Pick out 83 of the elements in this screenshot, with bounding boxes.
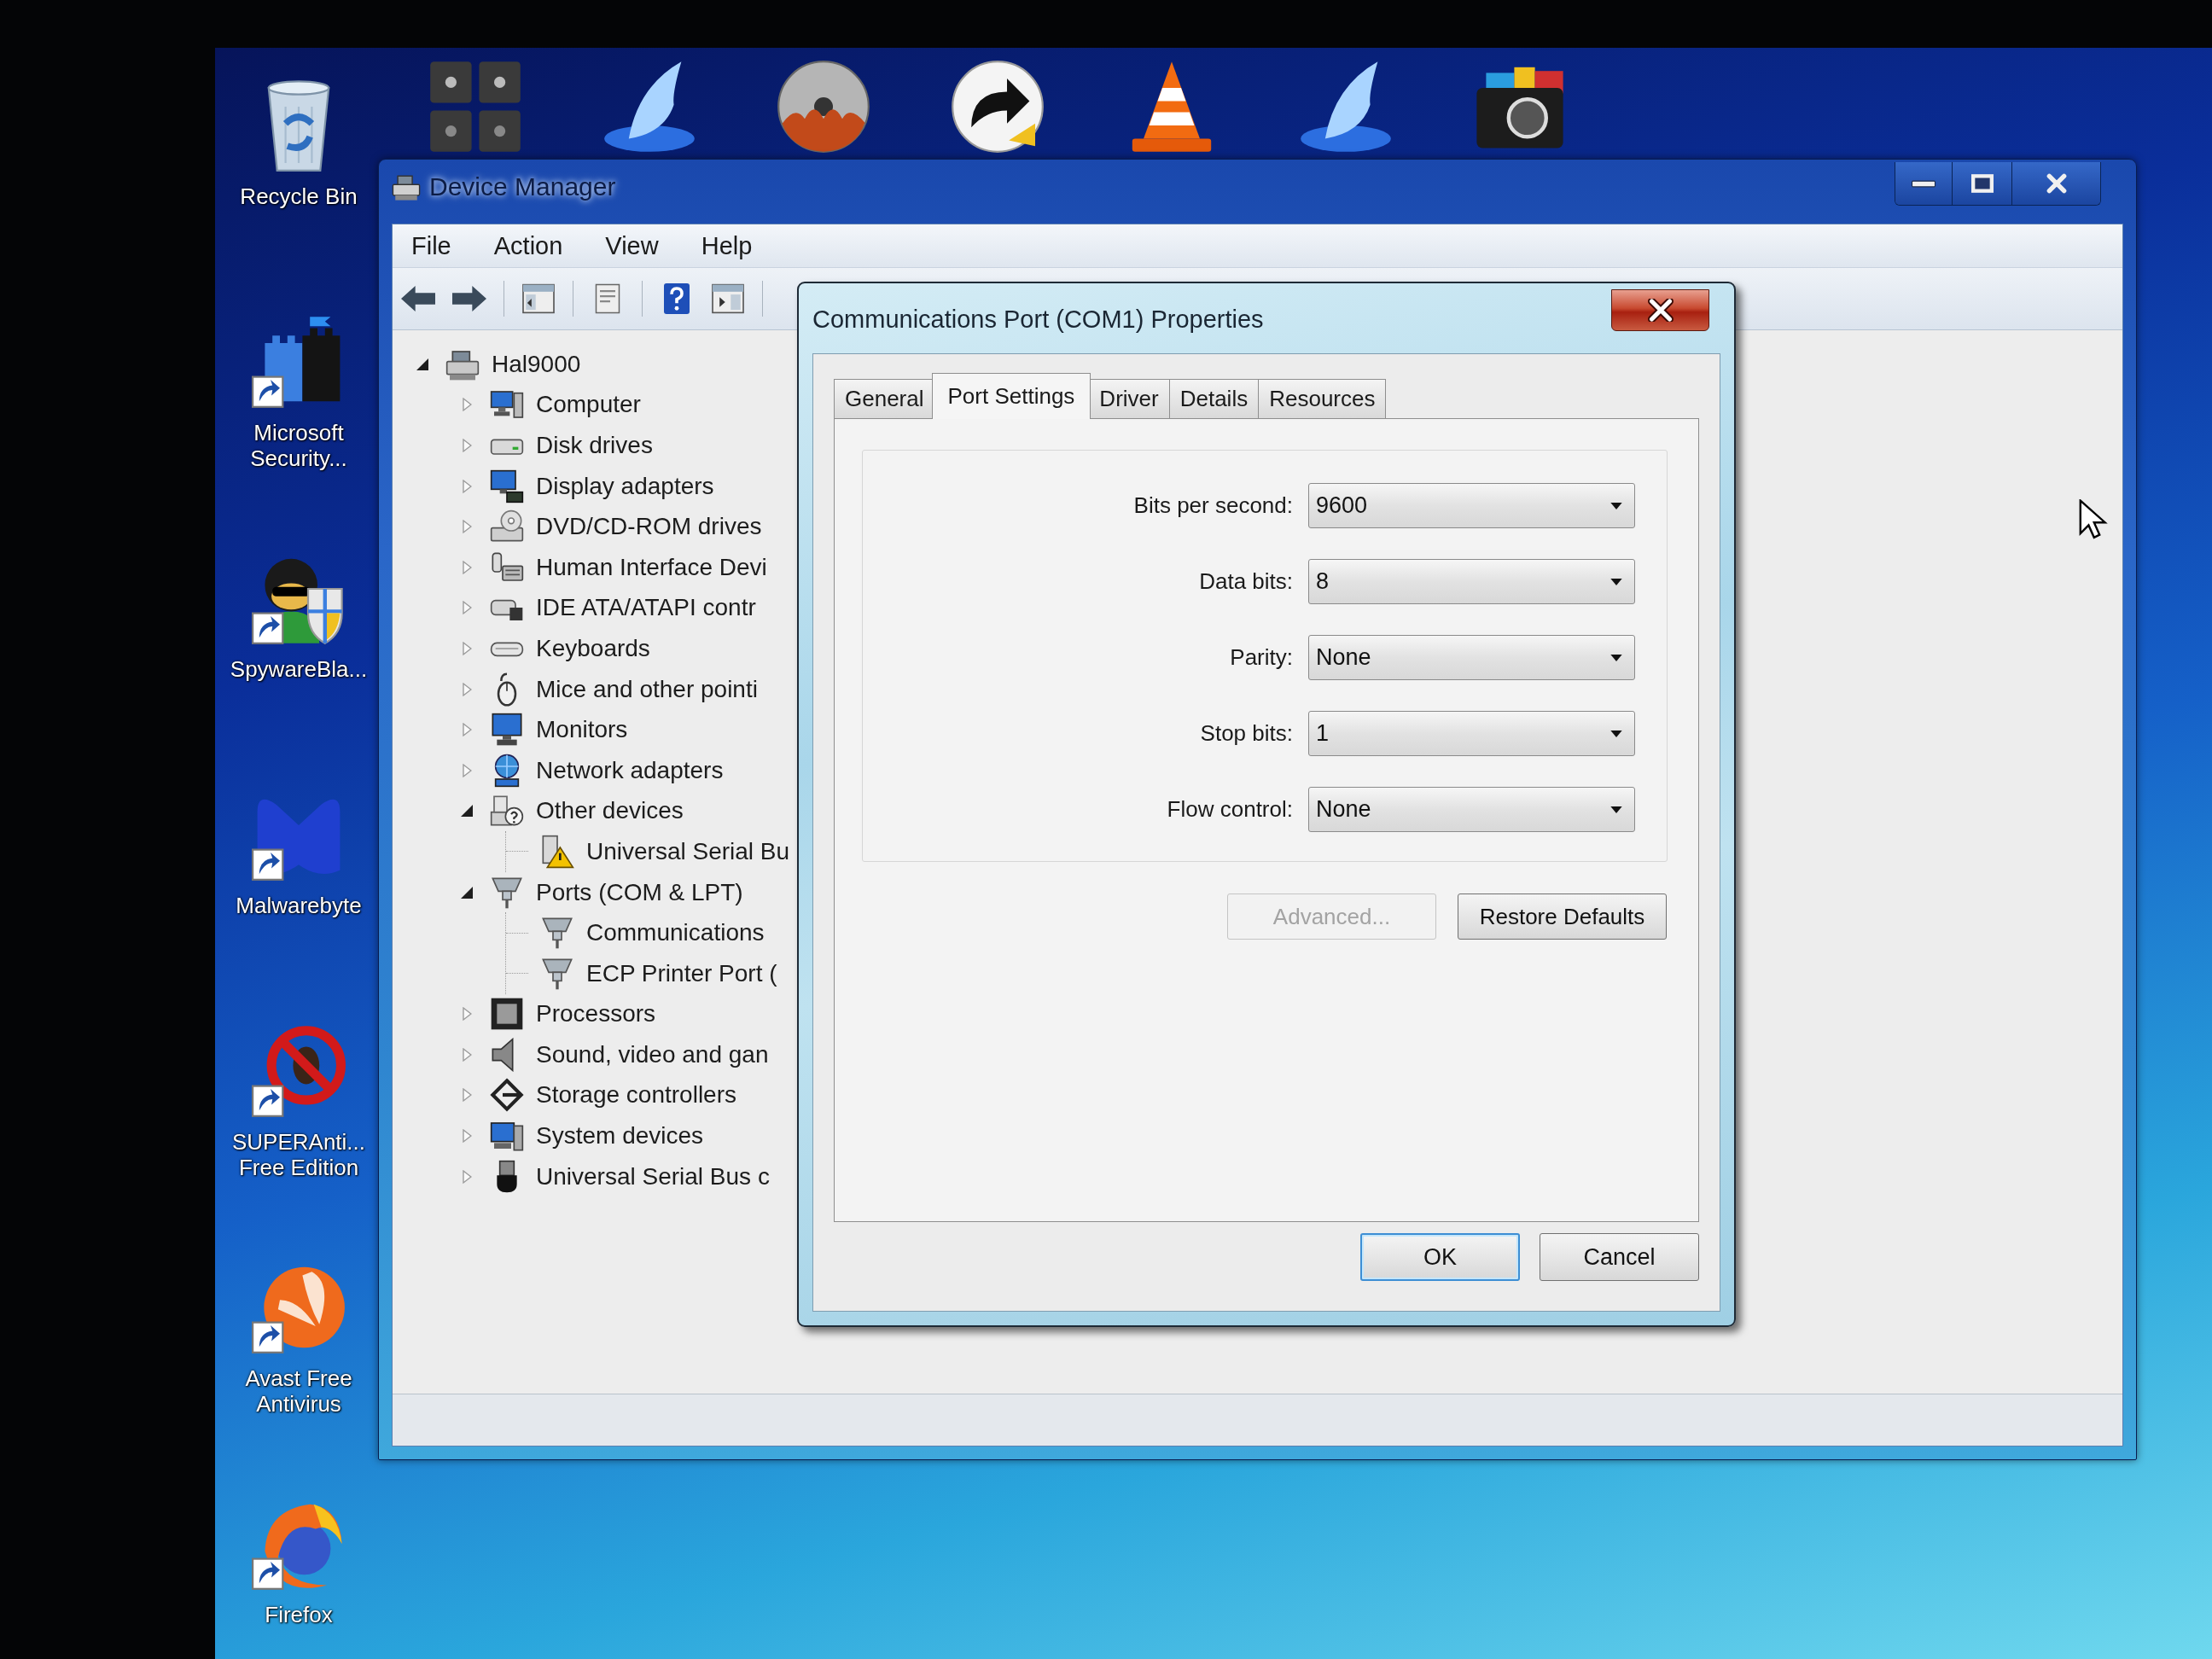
dropdown-arrow-icon bbox=[1610, 806, 1622, 813]
tab[interactable]: Details bbox=[1168, 379, 1260, 418]
tree-item[interactable]: Mice and other pointi bbox=[536, 675, 758, 703]
tree-item[interactable]: Communications bbox=[586, 919, 765, 947]
menu-item[interactable]: Help bbox=[701, 231, 753, 260]
four-tiles-icon[interactable] bbox=[428, 60, 522, 154]
minimize-button[interactable] bbox=[1895, 162, 1953, 205]
close-icon bbox=[1647, 299, 1674, 322]
dialog-button[interactable]: OK bbox=[1360, 1233, 1520, 1281]
tree-item[interactable]: IDE ATA/ATAPI contr bbox=[536, 594, 756, 622]
console-tree-icon[interactable] bbox=[521, 283, 556, 314]
tree-item[interactable]: Universal Serial Bus c bbox=[536, 1162, 770, 1190]
tree-item[interactable]: Disk drives bbox=[536, 432, 653, 459]
tree-item[interactable]: Ports (COM & LPT) bbox=[536, 878, 743, 906]
field-label: Stop bits: bbox=[1200, 720, 1293, 747]
bird-icon[interactable] bbox=[602, 60, 696, 154]
processor-icon bbox=[490, 997, 524, 1032]
prohibition-sign-icon[interactable] bbox=[252, 1024, 346, 1118]
expander-triangle-icon[interactable] bbox=[416, 358, 428, 370]
tree-item[interactable]: Display adapters bbox=[536, 472, 714, 500]
action-pane-icon[interactable] bbox=[711, 283, 745, 314]
tab[interactable]: Resources bbox=[1258, 379, 1387, 418]
dialog-button[interactable]: Cancel bbox=[1540, 1233, 1699, 1281]
close-icon bbox=[2045, 172, 2068, 195]
shortcut-label[interactable]: Malwarebyte bbox=[236, 894, 362, 919]
menu-item[interactable]: View bbox=[605, 231, 659, 260]
maximize-icon bbox=[1970, 174, 1994, 193]
tab[interactable]: Driver bbox=[1088, 379, 1170, 418]
field-label: Flow control: bbox=[1167, 796, 1293, 823]
menu-item[interactable]: File bbox=[411, 231, 451, 260]
expander-triangle-icon[interactable] bbox=[461, 805, 473, 818]
port-connector-icon bbox=[540, 916, 574, 951]
tree-item[interactable]: System devices bbox=[536, 1122, 704, 1150]
tab[interactable]: Port Settings bbox=[931, 373, 1091, 419]
dropdown[interactable]: None bbox=[1308, 787, 1635, 832]
tree-item[interactable]: ECP Printer Port ( bbox=[586, 959, 777, 987]
pointer-icon bbox=[2079, 499, 2108, 540]
dropdown-arrow-icon bbox=[1610, 578, 1622, 585]
menu-item[interactable]: Action bbox=[493, 231, 563, 260]
dialog-button[interactable]: Restore Defaults bbox=[1458, 894, 1667, 940]
forward-arrow-icon[interactable] bbox=[452, 283, 486, 314]
dropdown-arrow-icon bbox=[1610, 654, 1622, 661]
maximize-button[interactable] bbox=[1953, 162, 2012, 205]
monitor-icon bbox=[490, 713, 524, 748]
dropdown[interactable]: None bbox=[1308, 635, 1635, 680]
field-label: Data bits: bbox=[1199, 568, 1293, 595]
tree-item[interactable]: Sound, video and gan bbox=[536, 1040, 769, 1068]
storage-controller-icon bbox=[490, 1078, 524, 1113]
tree-item[interactable]: Keyboards bbox=[536, 634, 650, 662]
tree-item[interactable]: Universal Serial Bu bbox=[586, 837, 790, 865]
tree-item[interactable]: DVD/CD-ROM drives bbox=[536, 513, 762, 541]
bird-icon[interactable] bbox=[1299, 60, 1393, 154]
warning-device-icon bbox=[540, 834, 574, 869]
shortcut-label[interactable]: SpywareBla... bbox=[230, 657, 368, 683]
dropdown[interactable]: 1 bbox=[1308, 711, 1635, 756]
shortcut-label[interactable]: Microsoft Security... bbox=[220, 421, 377, 472]
dropdown[interactable]: 8 bbox=[1308, 559, 1635, 604]
tree-item[interactable]: Other devices bbox=[536, 797, 684, 825]
tree-item[interactable]: Human Interface Devi bbox=[536, 553, 767, 581]
dialog-title: Communications Port (COM1) Properties bbox=[812, 306, 1264, 334]
minimize-icon bbox=[1911, 179, 1936, 188]
close-button[interactable] bbox=[2012, 162, 2100, 205]
shortcut-label[interactable]: Recycle Bin bbox=[240, 184, 358, 210]
back-arrow-icon[interactable] bbox=[401, 283, 435, 314]
tree-item[interactable]: Hal9000 bbox=[492, 350, 581, 378]
shortcut-label[interactable]: SUPERAnti... Free Edition bbox=[220, 1130, 377, 1181]
shortcut-label[interactable]: Avast Free Antivirus bbox=[220, 1366, 377, 1417]
field-label: Bits per second: bbox=[1133, 492, 1293, 519]
tree-item[interactable]: Monitors bbox=[536, 716, 628, 744]
dropdown[interactable]: 9600 bbox=[1308, 483, 1635, 528]
dropdown-arrow-icon bbox=[1610, 730, 1622, 737]
window-title: Device Manager bbox=[429, 172, 616, 201]
disc-icon[interactable] bbox=[777, 60, 870, 154]
expander-triangle-icon[interactable] bbox=[461, 886, 473, 899]
disc-drive-icon bbox=[490, 509, 524, 544]
tree-item[interactable]: Storage controllers bbox=[536, 1081, 736, 1109]
field-label: Parity: bbox=[1230, 644, 1293, 671]
tree-item[interactable]: Processors bbox=[536, 1000, 656, 1028]
close-button[interactable] bbox=[1611, 289, 1709, 331]
tree-item[interactable]: Network adapters bbox=[536, 756, 724, 784]
dropdown-arrow-icon bbox=[1610, 502, 1622, 509]
display-adapter-icon bbox=[490, 469, 524, 504]
tree-item[interactable]: Computer bbox=[536, 391, 641, 419]
